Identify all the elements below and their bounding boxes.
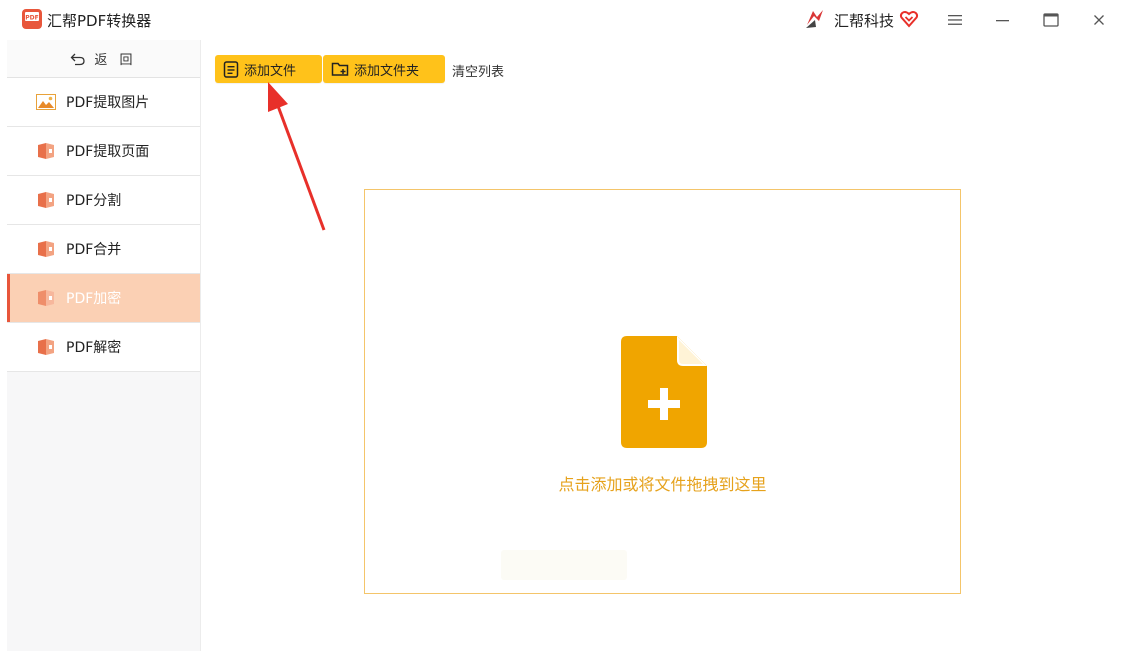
folder-add-icon [331,62,349,76]
file-add-icon [621,336,707,448]
minimize-button[interactable] [988,6,1018,34]
add-folder-label: 添加文件夹 [354,63,420,79]
file-list-icon [223,60,239,78]
menu-button[interactable] [940,6,970,34]
app-logo-text: PDF [25,15,38,22]
brand-logo-icon[interactable] [803,7,827,31]
clear-list-button[interactable]: 清空列表 [452,61,504,80]
back-label: 返 回 [94,53,137,68]
back-arrow-icon [71,53,86,65]
book-icon [36,142,56,160]
sidebar-item-pdf-encrypt[interactable]: PDF加密 [7,274,200,323]
app-logo-icon: PDF [22,9,42,29]
sidebar-item-pdf-decrypt[interactable]: PDF解密 [7,323,200,372]
add-file-button[interactable]: 添加文件 [215,55,322,83]
sidebar: 返 回 PDF提取图片 PDF提取页面 PDF分割 PDF合并 PDF加密 PD… [7,40,201,651]
image-icon [36,93,56,111]
book-icon [36,338,56,356]
close-button[interactable] [1084,6,1114,34]
maximize-icon [1043,13,1059,27]
faint-placeholder-bar [501,550,627,580]
title-bar: PDF 汇帮PDF转换器 汇帮科技 [0,0,1127,40]
close-icon [1094,15,1104,25]
hamburger-icon [948,15,962,25]
maximize-button[interactable] [1036,6,1066,34]
sidebar-item-label: PDF提取图片 [66,95,150,111]
file-drop-zone[interactable]: 点击添加或将文件拖拽到这里 [364,189,961,594]
annotation-arrow [268,82,326,231]
sidebar-item-pdf-merge[interactable]: PDF合并 [7,225,200,274]
book-icon [36,191,56,209]
sidebar-item-label: PDF解密 [66,340,122,356]
sidebar-item-pdf-extract-pages[interactable]: PDF提取页面 [7,127,200,176]
book-icon [36,289,56,307]
book-icon [36,240,56,258]
sidebar-item-label: PDF加密 [66,291,122,307]
sidebar-item-pdf-split[interactable]: PDF分割 [7,176,200,225]
sidebar-item-label: PDF提取页面 [66,144,150,160]
add-folder-button[interactable]: 添加文件夹 [323,55,445,83]
minimize-icon [996,20,1009,22]
sidebar-item-label: PDF合并 [66,242,122,258]
add-file-label: 添加文件 [244,63,297,79]
vip-heart-icon[interactable] [899,9,919,29]
sidebar-item-label: PDF分割 [66,193,122,209]
app-title: 汇帮PDF转换器 [47,12,152,30]
brand-name[interactable]: 汇帮科技 [834,10,894,31]
drop-hint-text: 点击添加或将文件拖拽到这里 [558,475,767,494]
sidebar-item-pdf-extract-images[interactable]: PDF提取图片 [7,78,200,127]
back-button[interactable]: 返 回 [7,40,200,78]
